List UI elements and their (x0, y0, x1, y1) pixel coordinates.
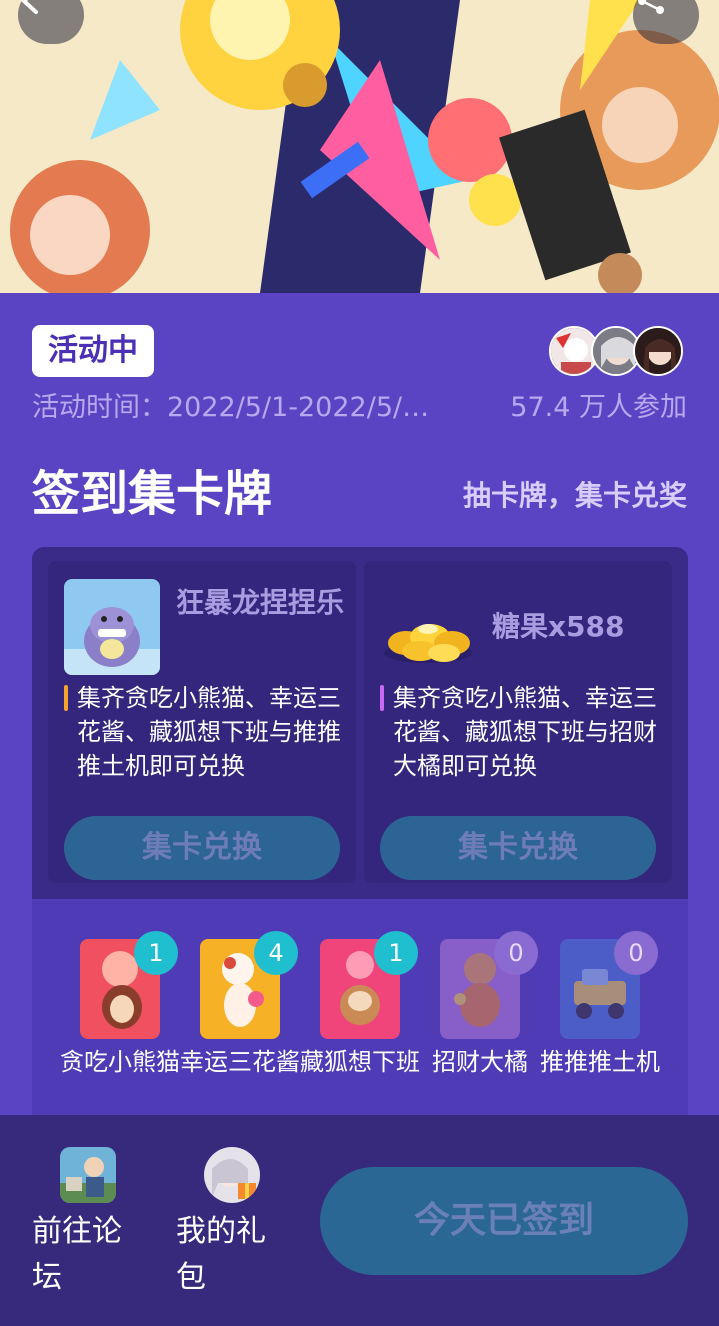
checked-in-button[interactable]: 今天已签到 (320, 1167, 688, 1275)
reward-name: 糖果x588 (492, 610, 625, 643)
my-gifts-label: 我的礼包 (176, 1214, 266, 1295)
reward-description: 集齐贪吃小熊猫、幸运三花酱、藏狐想下班与推推推土机即可兑换 (64, 681, 344, 783)
candy-image (380, 579, 476, 675)
gift-avatar-icon (204, 1147, 260, 1203)
exchange-button[interactable]: 集卡兑换 (64, 816, 340, 880)
event-banner (0, 0, 719, 293)
card-count-badge: 0 (614, 931, 658, 975)
reward-card: 糖果x588 集齐贪吃小熊猫、幸运三花酱、藏狐想下班与招财大橘即可兑换 集卡兑换 (364, 561, 672, 883)
card-count-badge: 4 (254, 931, 298, 975)
card-count-badge: 1 (134, 931, 178, 975)
card-label: 贪吃小熊猫 (60, 1048, 180, 1076)
bottom-action-bar: 前往论坛 我的礼包 今天已签到 (0, 1115, 719, 1326)
reward-name: 狂暴龙捏捏乐 (176, 586, 345, 619)
exchange-button[interactable]: 集卡兑换 (380, 816, 656, 880)
reward-description: 集齐贪吃小熊猫、幸运三花酱、藏狐想下班与招财大橘即可兑换 (380, 681, 660, 783)
card-count-badge: 0 (494, 931, 538, 975)
banner-illustration (0, 0, 719, 293)
card-label: 推推推土机 (540, 1048, 660, 1076)
status-badge: 活动中 (32, 325, 154, 377)
card-count-badge: 1 (374, 931, 418, 975)
cards-collection: 1 贪吃小熊猫 4 幸运三花酱 1 藏狐想下班 0 招财大橘 0 推推推土机 (32, 899, 688, 1115)
dinosaur-plush-image (64, 579, 160, 675)
reward-card: 狂暴龙捏捏乐 集齐贪吃小熊猫、幸运三花酱、藏狐想下班与推推推土机即可兑换 集卡兑… (48, 561, 356, 883)
activity-time: 活动时间：2022/5/1-2022/5/… (32, 392, 430, 423)
card-label: 幸运三花酱 (180, 1048, 300, 1076)
avatar (633, 326, 683, 376)
rewards-panel: 狂暴龙捏捏乐 集齐贪吃小熊猫、幸运三花酱、藏狐想下班与推推推土机即可兑换 集卡兑… (32, 547, 688, 899)
card-label: 招财大橘 (432, 1048, 528, 1076)
participant-count: 57.4 万人参加 (510, 392, 687, 423)
card-label: 藏狐想下班 (300, 1048, 420, 1076)
page-title: 签到集卡牌 (32, 466, 273, 522)
participant-avatars[interactable] (549, 326, 689, 376)
forum-icon (60, 1147, 116, 1203)
forum-label: 前往论坛 (32, 1214, 122, 1295)
section-subtitle: 抽卡牌，集卡兑奖 (462, 479, 687, 512)
